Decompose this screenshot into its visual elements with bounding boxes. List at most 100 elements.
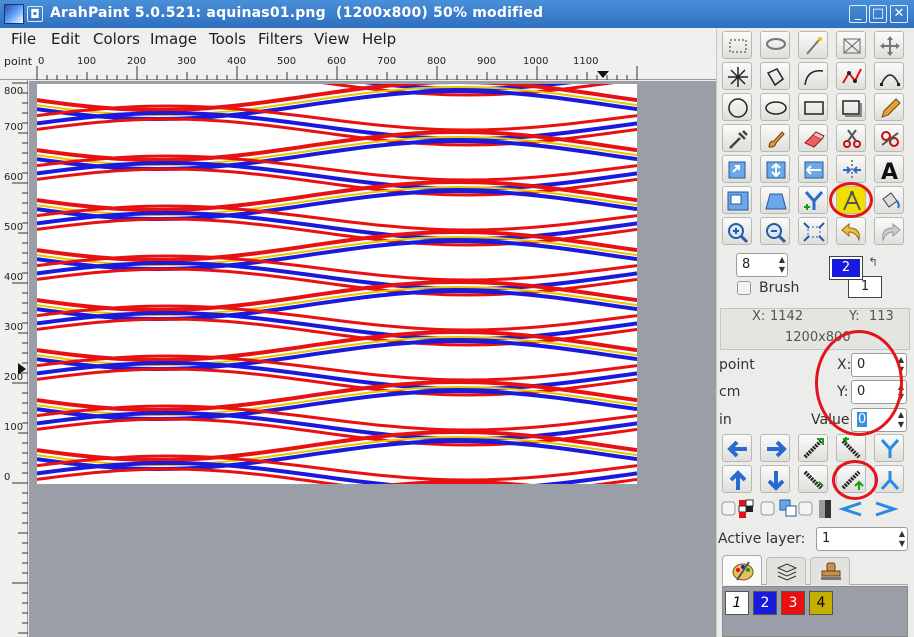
- tool-crop-button[interactable]: [836, 31, 866, 59]
- mirror-y-button[interactable]: [874, 434, 904, 462]
- panel-tabs: [722, 555, 908, 585]
- ruler-top-label: 0: [38, 56, 45, 67]
- y-split-icon: [804, 191, 824, 210]
- tool-move-button[interactable]: [874, 31, 904, 59]
- shift-diag-down-button[interactable]: [836, 434, 866, 462]
- tool-path-red-button[interactable]: [836, 62, 866, 90]
- ruler-left-label: 800: [4, 86, 24, 97]
- tool-flip-horizontal-button[interactable]: [798, 155, 828, 183]
- ruler-left-label: 700: [4, 122, 24, 133]
- brush-checkbox[interactable]: [737, 281, 751, 295]
- minimize-button[interactable]: _: [849, 5, 867, 23]
- tool-eraser-button[interactable]: [798, 124, 828, 152]
- tool-stretch-vertical-button[interactable]: [760, 155, 790, 183]
- close-button[interactable]: ✕: [890, 5, 908, 23]
- shift-right-button[interactable]: [872, 497, 902, 523]
- maximize-button[interactable]: □: [869, 5, 887, 23]
- ruler-left-label: 0: [4, 472, 11, 483]
- menu-colors[interactable]: Colors: [93, 30, 140, 48]
- value-spinbox[interactable]: 0 ▲ ▼: [851, 408, 907, 432]
- menu-tools[interactable]: Tools: [209, 30, 246, 48]
- offset-x-spinbox[interactable]: 0 ▲ ▼: [851, 353, 907, 377]
- tool-transform-rotate-button[interactable]: [722, 155, 752, 183]
- active-layer-spinbox[interactable]: 1 ▲ ▼: [816, 527, 908, 551]
- tool-pencil-button[interactable]: [874, 93, 904, 121]
- brush-size-spinbox[interactable]: 8 ▲ ▼: [736, 253, 788, 277]
- tool-rectangle-shadow-button[interactable]: [836, 93, 866, 121]
- unit-in[interactable]: in: [719, 412, 732, 428]
- menu-help[interactable]: Help: [362, 30, 396, 48]
- ruler-top-label: 1100: [573, 56, 599, 67]
- tool-redo-button[interactable]: [874, 217, 904, 245]
- tool-compass-button[interactable]: [836, 186, 866, 214]
- unit-point[interactable]: point: [719, 357, 755, 373]
- menu-image[interactable]: Image: [150, 30, 197, 48]
- spin-arrows-icon[interactable]: ▲ ▼: [899, 529, 905, 549]
- layer-chip-3[interactable]: 3: [781, 591, 805, 615]
- tab-palette[interactable]: [722, 555, 762, 585]
- tool-eyedropper-button[interactable]: [722, 124, 752, 152]
- tool-star-button[interactable]: [722, 62, 752, 90]
- arrow-right-button[interactable]: [760, 434, 790, 462]
- stretch-vertical-icon: [766, 161, 786, 179]
- tool-ellipse-button[interactable]: [760, 93, 790, 121]
- background-color-swatch[interactable]: 1: [848, 276, 882, 298]
- image-canvas[interactable]: [37, 84, 637, 484]
- tool-fill-bucket-button[interactable]: [874, 186, 904, 214]
- tool-text-button[interactable]: A: [874, 155, 904, 183]
- tool-y-split-button[interactable]: [798, 186, 828, 214]
- menu-filters[interactable]: Filters: [258, 30, 303, 48]
- menu-view[interactable]: View: [314, 30, 350, 48]
- mirror-x-button[interactable]: [874, 465, 904, 493]
- shift-diag-left-button[interactable]: [798, 465, 828, 493]
- tool-scissors-button[interactable]: [836, 124, 866, 152]
- tool-rectangle-button[interactable]: [798, 93, 828, 121]
- shift-left-button[interactable]: [837, 497, 867, 523]
- arrow-down-button[interactable]: [760, 465, 790, 493]
- rectangle-shadow-icon: [842, 100, 862, 117]
- layer-chip-1[interactable]: 1: [725, 591, 749, 615]
- tool-magic-wand-button[interactable]: [798, 31, 828, 59]
- window-menu-icon[interactable]: ◘: [27, 6, 43, 22]
- spin-arrows-icon[interactable]: ▲ ▼: [898, 382, 904, 402]
- tool-curve-button[interactable]: [798, 62, 828, 90]
- tool-select-rect-button[interactable]: [722, 31, 752, 59]
- tool-zoom-in-button[interactable]: [722, 217, 752, 245]
- menu-file[interactable]: File: [11, 30, 36, 48]
- tool-lasso-button[interactable]: [760, 31, 790, 59]
- tool-polygon-button[interactable]: [760, 62, 790, 90]
- arrow-up-button[interactable]: [722, 465, 752, 493]
- tab-layers[interactable]: [766, 557, 806, 585]
- brush-size-value: 8: [742, 257, 751, 272]
- tool-insert-row-button[interactable]: [836, 155, 866, 183]
- tool-ellipse-empty-button[interactable]: [722, 93, 752, 121]
- perspective-icon: [765, 193, 787, 210]
- tool-undo-button[interactable]: [836, 217, 866, 245]
- shift-diag-left-icon: [803, 470, 824, 490]
- shift-diag-right-button[interactable]: [836, 465, 866, 493]
- layer-chip-2[interactable]: 2: [753, 591, 777, 615]
- unit-cm[interactable]: cm: [719, 384, 740, 400]
- layer-chip-4[interactable]: 4: [809, 591, 833, 615]
- swap-colors-icon[interactable]: ↰: [868, 255, 878, 269]
- tool-resize-button[interactable]: [722, 186, 752, 214]
- spin-arrows-icon[interactable]: ▲ ▼: [898, 410, 904, 430]
- arrow-up-icon: [729, 470, 747, 490]
- tool-clone-button[interactable]: [874, 124, 904, 152]
- tab-stamp[interactable]: [810, 557, 850, 585]
- spin-arrows-icon[interactable]: ▲ ▼: [898, 355, 904, 375]
- tool-perspective-button[interactable]: [760, 186, 790, 214]
- arrow-left-button[interactable]: [722, 434, 752, 462]
- tool-brush-button[interactable]: [760, 124, 790, 152]
- tool-bezier-button[interactable]: [874, 62, 904, 90]
- tool-zoom-out-button[interactable]: [760, 217, 790, 245]
- canvas-area[interactable]: [29, 81, 716, 637]
- offset-y-spinbox[interactable]: 0 ▲ ▼: [851, 380, 907, 404]
- foreground-color-swatch[interactable]: 2: [829, 256, 863, 280]
- wave-stripe: [37, 460, 637, 484]
- tool-fit-screen-button[interactable]: [798, 217, 828, 245]
- ruler-left-label: 500: [4, 222, 24, 233]
- spin-arrows-icon[interactable]: ▲ ▼: [779, 255, 785, 275]
- menu-edit[interactable]: Edit: [51, 30, 80, 48]
- shift-diag-up-button[interactable]: [798, 434, 828, 462]
